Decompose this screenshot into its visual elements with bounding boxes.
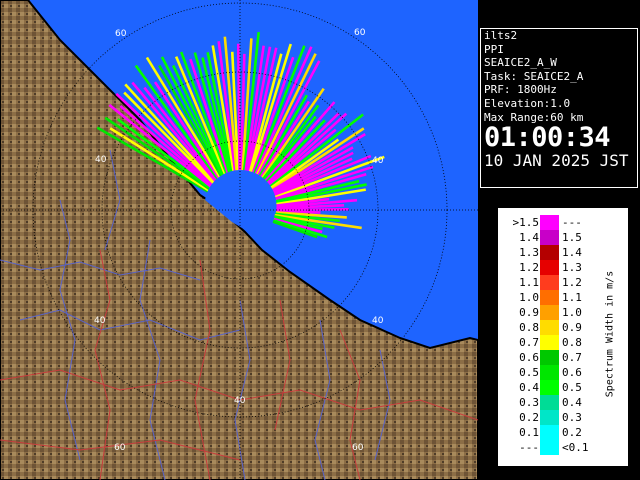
legend-lower-value: 0.1 [519,426,539,439]
ring-label-60-top-left: 60 [115,29,127,39]
radar-name: ilts2 [484,29,518,42]
legend-lower-value: 0.7 [519,336,539,349]
ring-label-40-bottom: 40 [234,396,246,406]
scan-type: PPI [484,42,504,56]
legend-color-swatch [540,440,559,455]
legend-lower-value: 1.3 [519,246,539,259]
elevation-value: Elevation:1.0 [484,96,571,110]
legend-color-swatch [540,380,559,395]
legend-lower-value: 0.8 [519,321,539,334]
legend-color-swatch [540,245,559,260]
echo-ray [274,207,349,212]
legend-color-swatch [540,410,559,425]
scan-info-panel: ilts2 PPI SEAICE2_A_W Task: SEAICE2_A PR… [480,28,638,188]
legend-lower-value: 1.1 [519,276,539,289]
legend-lower-value: --- [519,441,539,454]
legend-lower-value: 0.2 [519,411,539,424]
legend-row: --- <0.1 [499,440,599,455]
legend-row: 1.0 1.1 [499,290,599,305]
legend-color-swatch [540,275,559,290]
legend-row: 0.1 0.2 [499,425,599,440]
ring-label-40-left: 40 [95,155,107,165]
color-legend: >1.5 --- 1.4 1.5 1.3 1.4 1.2 1.3 1.1 1.2 1.0 1.1 0.9… [498,208,628,466]
prf-value: PRF: 1800Hz [484,83,557,97]
legend-row: 1.3 1.4 [499,245,599,260]
legend-row: 0.5 0.6 [499,365,599,380]
legend-row: 0.2 0.3 [499,410,599,425]
ring-label-40-lower-left: 40 [94,316,106,326]
legend-row: 0.4 0.5 [499,380,599,395]
legend-color-swatch [540,230,559,245]
legend-color-swatch [540,395,559,410]
legend-row: 0.6 0.7 [499,350,599,365]
legend-color-swatch [540,425,559,440]
legend-lower-value: 0.5 [519,366,539,379]
legend-color-swatch [540,365,559,380]
task-name: Task: SEAICE2_A [484,69,584,83]
legend-lower-value: 0.4 [519,381,539,394]
legend-row: 0.8 0.9 [499,320,599,335]
legend-row: 0.3 0.4 [499,395,599,410]
scan-time: 01:00:34 [484,122,611,154]
legend-color-swatch [540,260,559,275]
ring-label-60-bottom-right: 60 [352,443,364,453]
legend-lower-value: 0.6 [519,351,539,364]
legend-color-swatch [540,215,559,230]
product-name: SEAICE2_A_W [484,56,557,70]
legend-title-container: Spectrum Width in m/s [595,219,625,449]
legend-lower-value: 1.4 [519,231,539,244]
legend-lower-value: 1.2 [519,261,539,274]
ring-label-40-lower-right: 40 [372,316,384,326]
legend-color-swatch [540,290,559,305]
ring-label-60-bottom-left: 60 [114,443,126,453]
radar-ppi-map: 60 60 40 40 40 40 40 60 60 [0,0,478,480]
legend-row: 1.4 1.5 [499,230,599,245]
echo-ray [236,43,241,176]
legend-row: 0.7 0.8 [499,335,599,350]
legend-lower-value: 0.9 [519,306,539,319]
legend-title: Spectrum Width in m/s [604,270,616,398]
scan-date: 10 JAN 2025 JST [484,151,629,171]
legend-lower-value: 1.0 [519,291,539,304]
legend-lower-value: >1.5 [512,216,540,229]
legend-lower-value: 0.3 [519,396,539,409]
legend-color-swatch [540,320,559,335]
legend-row: >1.5 --- [499,215,599,230]
ring-label-40-right: 40 [372,156,384,166]
legend-row: 1.1 1.2 [499,275,599,290]
ring-label-60-top-right: 60 [354,28,366,38]
legend-row: 0.9 1.0 [499,305,599,320]
legend-row: 1.2 1.3 [499,260,599,275]
legend-color-swatch [540,350,559,365]
legend-color-swatch [540,305,559,320]
legend-color-swatch [540,335,559,350]
